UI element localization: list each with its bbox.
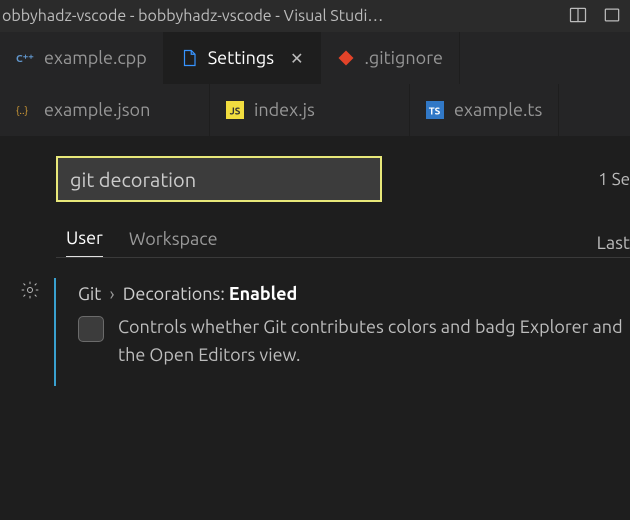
- chevron-right-icon: ›: [110, 284, 115, 304]
- scope-extras[interactable]: Last: [597, 233, 630, 253]
- tab-index-js[interactable]: JS index.js: [210, 84, 410, 136]
- setting-description: Controls whether Git contributes colors …: [118, 314, 630, 370]
- setting-title: Git › Decorations: Enabled: [78, 284, 630, 304]
- js-icon: JS: [226, 101, 244, 119]
- search-value: git decoration: [70, 168, 196, 191]
- tab-example-ts[interactable]: TS example.ts: [410, 84, 559, 136]
- panel-layout-icon[interactable]: [568, 5, 588, 28]
- maximize-icon[interactable]: [602, 5, 622, 28]
- setting-body: Controls whether Git contributes colors …: [78, 314, 630, 370]
- tab-label: example.json: [44, 100, 150, 120]
- settings-search-input[interactable]: git decoration: [56, 156, 382, 202]
- tab-label: example.cpp: [44, 48, 147, 68]
- setting-state: Enabled: [229, 284, 297, 304]
- setting-key: Decorations:: [123, 284, 225, 304]
- setting-card: Git › Decorations: Enabled Controls whet…: [54, 278, 630, 386]
- git-icon: [337, 49, 355, 67]
- svg-text:{..}: {..}: [16, 104, 28, 116]
- settings-result-count: 1 Se: [598, 170, 630, 189]
- titlebar-actions: [568, 5, 622, 28]
- gear-icon[interactable]: [20, 286, 40, 303]
- svg-text:C⁺⁺: C⁺⁺: [16, 52, 34, 64]
- tab-settings[interactable]: Settings ✕: [164, 32, 321, 84]
- tab-row-1: C⁺⁺ example.cpp Settings ✕ .gitignore: [0, 32, 630, 84]
- svg-text:JS: JS: [230, 106, 241, 117]
- settings-editor: git decoration 1 Se User Workspace Last …: [0, 136, 630, 386]
- window-titlebar: obbyhadz-vscode - bobbyhadz-vscode - Vis…: [0, 0, 630, 32]
- json-icon: {..}: [16, 101, 34, 119]
- setting-category: Git: [78, 284, 101, 304]
- tab-example-json[interactable]: {..} example.json: [0, 84, 210, 136]
- close-icon[interactable]: ✕: [290, 49, 303, 68]
- settings-file-icon: [180, 49, 198, 67]
- tab-label: .gitignore: [365, 48, 443, 68]
- scope-user[interactable]: User: [66, 228, 103, 257]
- setting-item: Git › Decorations: Enabled Controls whet…: [0, 258, 630, 386]
- tab-label: example.ts: [454, 100, 542, 120]
- settings-scope-row: User Workspace Last: [0, 202, 630, 257]
- setting-checkbox[interactable]: [78, 316, 104, 342]
- window-title: obbyhadz-vscode - bobbyhadz-vscode - Vis…: [2, 7, 383, 25]
- tab-label: index.js: [254, 100, 315, 120]
- tab-example-cpp[interactable]: C⁺⁺ example.cpp: [0, 32, 164, 84]
- svg-text:TS: TS: [429, 106, 441, 117]
- tab-label: Settings: [208, 48, 274, 68]
- settings-search-row: git decoration 1 Se: [0, 156, 630, 202]
- scope-workspace[interactable]: Workspace: [129, 229, 218, 257]
- cpp-icon: C⁺⁺: [16, 49, 34, 67]
- ts-icon: TS: [426, 101, 444, 119]
- tab-row-2: {..} example.json JS index.js TS example…: [0, 84, 630, 136]
- tab-gitignore[interactable]: .gitignore: [321, 32, 460, 84]
